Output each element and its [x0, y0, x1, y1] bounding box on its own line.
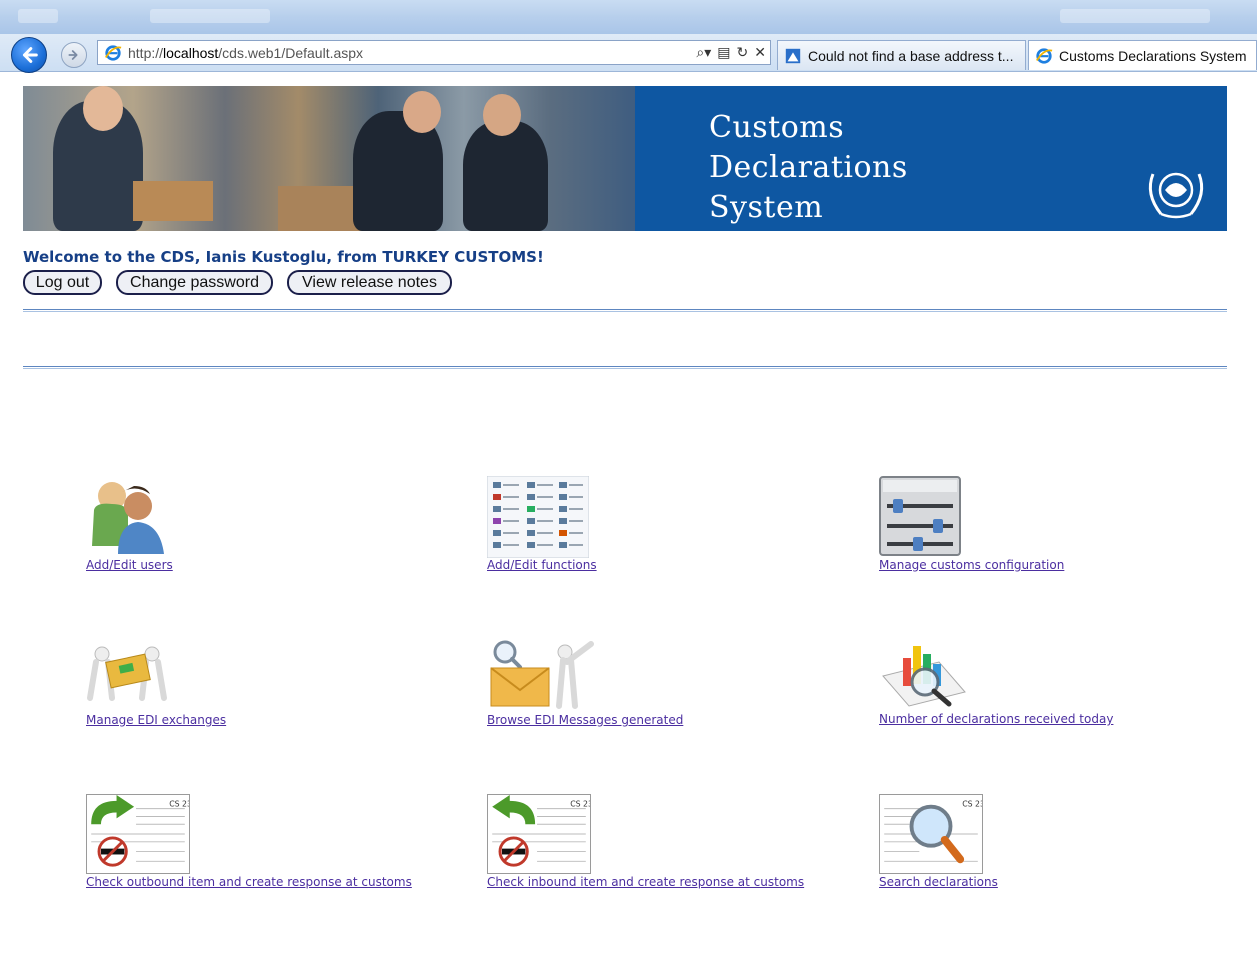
- welcome-message: Welcome to the CDS, Ianis Kustoglu, from…: [23, 248, 544, 266]
- tab-label: Customs Declarations System: [1059, 47, 1247, 64]
- ie-tab-icon: [1036, 47, 1053, 64]
- svg-text:CS 23: CS 23: [962, 800, 983, 809]
- divider: [23, 309, 1227, 312]
- divider: [23, 366, 1227, 369]
- banner-title-line: Customs: [709, 110, 845, 145]
- manage-customs-configuration-link[interactable]: Manage customs configuration: [879, 558, 1064, 572]
- manage-edi-exchanges-link[interactable]: Manage EDI exchanges: [86, 713, 226, 727]
- ie-page-icon: [105, 44, 122, 61]
- search-declarations-link[interactable]: Search declarations: [879, 875, 998, 889]
- sliders-icon: [879, 476, 961, 556]
- search-icon[interactable]: ⌕▾: [696, 44, 711, 62]
- stop-icon[interactable]: ✕: [754, 44, 766, 62]
- envelope-search-icon: [490, 640, 594, 709]
- back-button[interactable]: [11, 37, 47, 73]
- forward-button[interactable]: [61, 42, 87, 68]
- logout-button[interactable]: Log out: [23, 270, 102, 295]
- add-edit-users-link[interactable]: Add/Edit users: [86, 558, 173, 572]
- change-password-button[interactable]: Change password: [116, 270, 273, 295]
- photo-face: [403, 91, 441, 133]
- banner-title-line: System: [709, 190, 824, 225]
- titlebar-blur: [1060, 9, 1210, 23]
- refresh-icon[interactable]: ↻: [737, 44, 749, 62]
- window-titlebar: [0, 0, 1257, 34]
- photo-face: [483, 94, 521, 136]
- chart-magnifier-icon: [882, 646, 966, 707]
- address-tools: ⌕▾ ▤ ↻ ✕: [696, 44, 766, 62]
- photo-box: [133, 181, 213, 221]
- header-banner: Customs Declarations System: [23, 86, 1227, 231]
- titlebar-blur: [18, 9, 58, 23]
- declarations-today-link[interactable]: Number of declarations received today: [879, 712, 1113, 726]
- compatibility-view-icon[interactable]: ▤: [717, 44, 730, 62]
- photo-figure: [463, 121, 548, 231]
- browse-edi-messages-link[interactable]: Browse EDI Messages generated: [487, 713, 683, 727]
- functions-grid-icon: [487, 476, 589, 558]
- edi-exchange-icon: [87, 646, 167, 701]
- banner-title: Customs Declarations System: [709, 108, 908, 228]
- banner-photo: [23, 86, 635, 231]
- svg-text:CS 23: CS 23: [169, 800, 190, 809]
- service-tab-icon: [785, 48, 801, 63]
- outbound-form-icon: CS 23: [86, 794, 190, 874]
- inbound-form-icon: CS 23: [487, 794, 591, 874]
- photo-face: [83, 86, 123, 131]
- tab-customs-declarations[interactable]: Customs Declarations System: [1028, 40, 1257, 70]
- back-arrow-icon: [22, 47, 38, 63]
- check-inbound-link[interactable]: Check inbound item and create response a…: [487, 875, 804, 889]
- add-edit-functions-link[interactable]: Add/Edit functions: [487, 558, 597, 572]
- tab-base-address-error[interactable]: Could not find a base address t...: [777, 40, 1026, 70]
- check-outbound-link[interactable]: Check outbound item and create response …: [86, 875, 412, 889]
- address-bar[interactable]: http://localhost/cds.web1/Default.aspx ⌕…: [97, 40, 771, 65]
- forward-arrow-icon: [68, 50, 78, 60]
- banner-title-line: Declarations: [709, 150, 908, 185]
- titlebar-blur: [150, 9, 270, 23]
- search-form-icon: CS 23: [879, 794, 983, 874]
- users-icon: [92, 482, 164, 554]
- tab-label: Could not find a base address t...: [808, 47, 1014, 64]
- svg-text:CS 23: CS 23: [570, 800, 591, 809]
- upu-emblem-icon: [1148, 172, 1204, 219]
- release-notes-button[interactable]: View release notes: [287, 270, 452, 295]
- address-url: http://localhost/cds.web1/Default.aspx: [128, 44, 364, 61]
